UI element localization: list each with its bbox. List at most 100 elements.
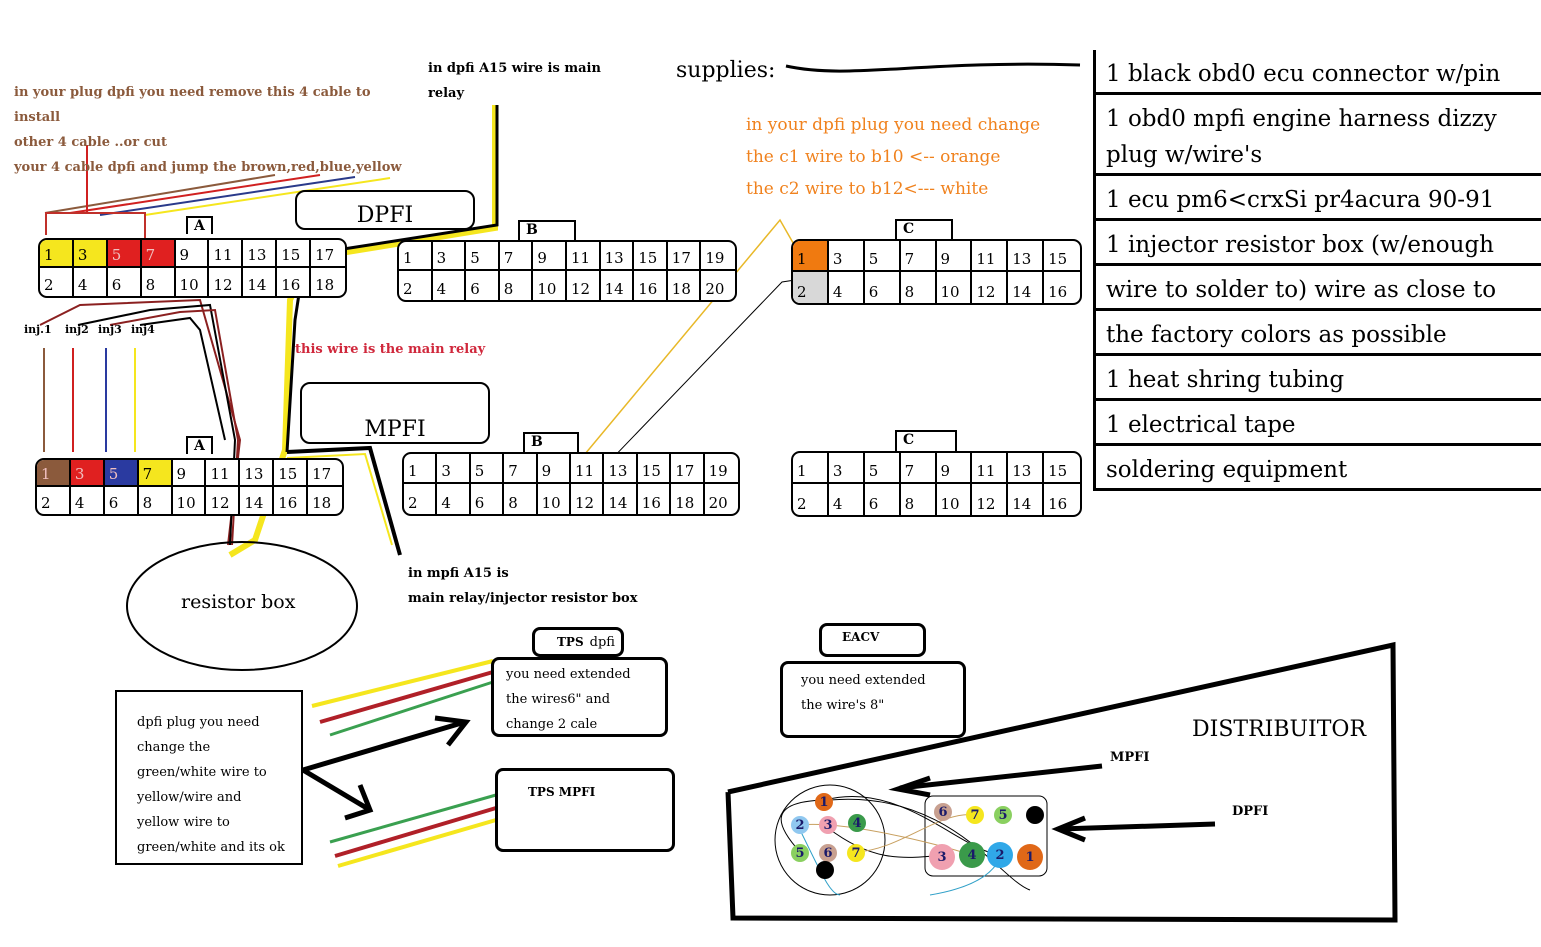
pin-16: 16 [274,487,309,514]
pin-18: 18 [315,276,335,294]
pin-2: 2 [404,484,438,514]
pin-8: 8 [139,487,173,514]
dpfi-distributor-pin [1026,806,1044,824]
pin-7: 7 [504,454,538,484]
mpfi-distributor-pin: 3 [819,816,837,834]
supplies-title: supplies: [676,58,776,83]
pin-13: 13 [1008,241,1045,272]
pin-4: 4 [433,271,467,300]
pin-14: 14 [243,268,278,296]
supplies-item: the factory colors as possible [1096,311,1541,356]
mpfi-c-tab: C [895,430,957,452]
pin-15: 15 [1044,241,1080,272]
supplies-item: 1 electrical tape [1096,401,1541,446]
pin-17: 17 [311,240,345,268]
pin-10: 10 [538,484,571,514]
note-line: install [14,110,61,125]
note-line: relay [428,86,465,101]
pin-11: 11 [206,460,241,487]
pin-15: 15 [637,454,672,484]
pin-5: 5 [107,240,142,268]
pin-1: 1 [793,453,829,484]
pin-12: 12 [209,268,244,296]
dpfi-connector-b: 1 3 5 7 9 11 13 15 17 19 2 4 6 8 10 12 14 16 18 20 [397,240,737,302]
eacv-box: you need extended the wire's 8" [780,661,966,738]
dpfi-a15-note: in dpfi A15 wire is main relay [428,56,601,106]
pin-15: 15 [277,240,312,268]
note-line: the wires6" and [506,692,611,707]
pin-14: 14 [604,484,638,514]
pin-5: 5 [864,241,901,272]
dpfi-distributor-pin: 1 [1017,844,1043,870]
tps-label: TPS [557,635,584,649]
pin-12: 12 [567,271,601,300]
pin-17: 17 [308,460,342,487]
pin-18: 18 [312,494,332,512]
note-line: you need extended [801,673,926,688]
pin-15: 15 [1044,453,1080,484]
dpfi-connector-c: 1 3 5 7 9 11 13 15 2 4 6 8 10 12 14 16 [791,239,1082,305]
pin-14: 14 [1008,272,1045,303]
pin-2: 2 [40,268,74,296]
pin-10: 10 [176,268,210,296]
main-relay-note: this wire is the main relay [295,342,486,357]
dpfi-b-tab: B [518,220,576,242]
injector-label-4: inj4 [131,323,155,336]
dpfi-c-tab: C [895,219,953,241]
pin-2: 2 [399,271,433,300]
note-line: yellow wire to [137,815,230,830]
dpfi-title-box: DPFI [295,190,475,230]
pin-15: 15 [274,460,309,487]
note-line: the wire's 8" [801,698,885,713]
pin-11: 11 [566,242,601,271]
pin-16: 16 [638,484,672,514]
pin-1: 1 [793,241,829,272]
note-line: yellow/wire and [137,790,242,805]
pin-1: 1 [404,454,438,484]
pin-8: 8 [142,268,176,296]
pin-6: 6 [471,484,505,514]
pin-16: 16 [1048,495,1068,513]
mpfi-distributor-pin: 7 [847,844,865,862]
change-c-wires-note: in your dpfi plug you need change the c1… [746,109,1040,205]
pin-12: 12 [972,484,1009,515]
mpfi-connector-c: 1 3 5 7 9 11 13 15 2 4 6 8 10 12 14 16 [791,451,1082,517]
pin-1: 1 [40,240,74,268]
pin-11: 11 [972,241,1009,272]
pin-10: 10 [937,272,973,303]
pin-4: 4 [71,487,105,514]
dpfi-distributor-pin: 2 [987,842,1013,868]
note-line: in mpfi A15 is [408,566,509,581]
supplies-item: 1 heat shring tubing [1096,356,1541,401]
supplies-item: 1 injector resistor box (w/enough [1096,221,1541,266]
pin-4: 4 [829,272,865,303]
remove-cable-note: in your plug dpfi you need remove this 4… [14,80,402,180]
pin-18: 18 [671,484,705,514]
pin-14: 14 [1008,484,1045,515]
mpfi-a15-note: in mpfi A15 is main relay/injector resis… [408,561,637,611]
note-line: dpfi plug you need [137,715,260,730]
pin-10: 10 [937,484,973,515]
pin-8: 8 [901,272,937,303]
supplies-item: wire to solder to) wire as close to [1096,266,1541,311]
mpfi-distributor-pin: 1 [815,793,833,811]
note-line: green/white wire to [137,765,267,780]
pin-15: 15 [634,242,668,271]
note-line: your 4 cable dpfi and jump the brown,red… [14,160,402,175]
eacv-label: EACV [842,630,880,644]
pin-5: 5 [470,454,505,484]
pin-6: 6 [466,271,500,300]
pin-6: 6 [105,487,139,514]
mpfi-distributor-pin: 5 [791,844,809,862]
mpfi-distributor-pin [816,861,834,879]
injector-label-2: inj2 [65,323,89,336]
pin-5: 5 [104,460,139,487]
tps-mpfi-label: TPS MPFI [528,785,596,799]
pin-19: 19 [701,242,735,271]
pin-17: 17 [671,454,705,484]
tps-dpfi-box: you need extended the wires6" and change… [491,657,668,737]
dpfi-distributor-pin: 6 [934,803,952,821]
pin-9: 9 [172,460,207,487]
mpfi-distributor-pin: 6 [819,844,837,862]
pin-7: 7 [138,460,173,487]
